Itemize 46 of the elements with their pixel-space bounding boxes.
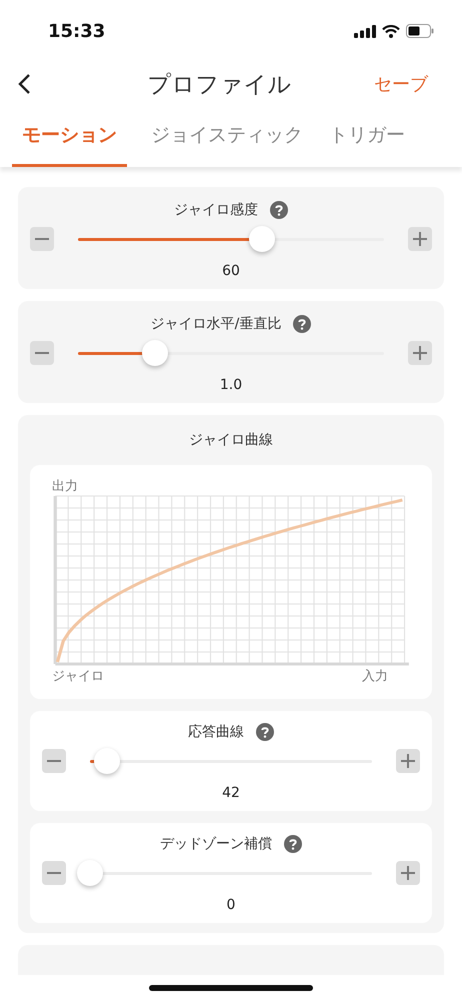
decrease-button[interactable] bbox=[42, 861, 66, 885]
help-icon[interactable] bbox=[284, 835, 302, 853]
slider-value: 0 bbox=[226, 897, 236, 913]
plus-icon bbox=[401, 866, 415, 880]
slider-value: 42 bbox=[222, 785, 240, 801]
plus-icon bbox=[413, 232, 427, 246]
increase-button[interactable] bbox=[408, 341, 432, 365]
slider-handle[interactable] bbox=[142, 340, 168, 366]
minus-icon bbox=[35, 238, 49, 240]
signal-icon bbox=[354, 24, 376, 38]
slider-handle[interactable] bbox=[94, 748, 120, 774]
tab[interactable]: トリガー bbox=[319, 114, 415, 167]
page-title: プロファイル bbox=[148, 70, 292, 100]
increase-button[interactable] bbox=[408, 227, 432, 251]
increase-button[interactable] bbox=[396, 749, 420, 773]
decrease-button[interactable] bbox=[42, 749, 66, 773]
status-time: 15:33 bbox=[48, 20, 106, 42]
setting-label: 応答曲線 bbox=[188, 723, 244, 741]
save-button[interactable]: セーブ bbox=[374, 72, 428, 96]
axis-label: 入力 bbox=[362, 668, 388, 685]
minus-icon bbox=[47, 872, 61, 874]
minus-icon bbox=[47, 760, 61, 762]
help-icon[interactable] bbox=[293, 315, 312, 333]
curve-title: ジャイロ曲線 bbox=[189, 431, 273, 449]
slider-value: 60 bbox=[222, 263, 240, 279]
wifi-icon bbox=[382, 24, 400, 38]
plus-icon bbox=[413, 346, 427, 360]
setting-label: デッドゾーン補償 bbox=[160, 835, 272, 853]
axis-label: 出力 bbox=[52, 478, 79, 495]
slider-handle[interactable] bbox=[248, 226, 275, 252]
minus-icon bbox=[35, 352, 49, 354]
decrease-button[interactable] bbox=[30, 227, 54, 251]
slider-value: 1.0 bbox=[220, 377, 242, 393]
decrease-button[interactable] bbox=[30, 341, 54, 365]
battery-icon bbox=[406, 24, 434, 38]
help-icon[interactable] bbox=[270, 201, 288, 219]
slider-handle[interactable] bbox=[77, 860, 103, 886]
help-icon[interactable] bbox=[256, 723, 274, 741]
tab[interactable]: モーション bbox=[12, 114, 127, 167]
tab[interactable]: ジョイスティック bbox=[141, 114, 313, 167]
setting-label: ジャイロ水平/垂直比 bbox=[150, 315, 282, 333]
plus-icon bbox=[401, 754, 415, 768]
back-icon bbox=[18, 73, 31, 95]
increase-button[interactable] bbox=[396, 861, 420, 885]
setting-label: ジャイロ感度 bbox=[174, 201, 258, 219]
axis-label: ジャイロ bbox=[52, 668, 104, 685]
